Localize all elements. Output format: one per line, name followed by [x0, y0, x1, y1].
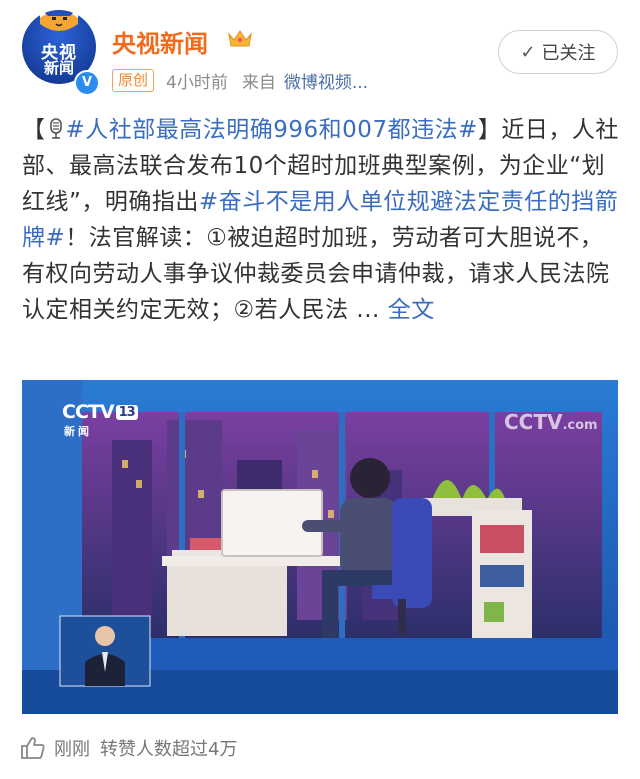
full-text-link[interactable]: 全文 [388, 297, 435, 323]
thumbs-up-icon[interactable] [20, 736, 46, 760]
hashtag-996-link[interactable]: #人社部最高法明确996和007都违法# [66, 117, 478, 143]
original-tag: 原创 [112, 69, 155, 92]
post-meta: 原创 4小时前 来自 微博视频... [112, 68, 368, 93]
cctv13-logo: CCTV 13 新闻 [62, 401, 138, 439]
post-time: 4小时前 [166, 73, 228, 93]
bracket-open: 【 [22, 117, 46, 143]
post-text: 【#人社部最高法明确996和007都违法#】近日，人社部、最高法联合发布10个超… [22, 112, 622, 328]
microphone-icon [49, 118, 62, 139]
check-icon: ✓ [520, 41, 536, 63]
crown-icon [228, 30, 252, 47]
repost-count: 转赞人数超过4万 [100, 739, 238, 760]
bracket-close: 】 [477, 117, 502, 143]
video-player[interactable]: CCTV 13 新闻 CCTV.com [22, 380, 618, 714]
follow-button[interactable]: ✓ 已关注 [498, 30, 618, 74]
from-label: 来自 [241, 73, 276, 93]
post-footer: 刚刚 转赞人数超过4万 [20, 735, 237, 761]
post-text-part2: ！法官解读：①被迫超时加班，劳动者可大胆说不，有权向劳动人事争议仲裁委员会申请仲… [22, 225, 610, 323]
verified-badge-icon: V [74, 70, 100, 96]
cctv-watermark-text: CCTV [504, 410, 563, 434]
follow-label: 已关注 [541, 43, 596, 64]
cctv13-logo-text: CCTV [62, 401, 115, 423]
cctv-watermark-suffix: .com [562, 418, 598, 433]
cctv-com-watermark: CCTV.com [504, 410, 598, 434]
cctv13-logo-sub: 新闻 [64, 425, 92, 438]
cctv13-channel-number: 13 [115, 405, 138, 420]
source-link[interactable]: 微博视频... [284, 68, 368, 93]
account-name[interactable]: 央视新闻 [112, 24, 208, 59]
footer-time: 刚刚 [54, 739, 90, 760]
tiger-mascot-icon [40, 8, 78, 31]
ellipsis: ... [348, 297, 388, 323]
